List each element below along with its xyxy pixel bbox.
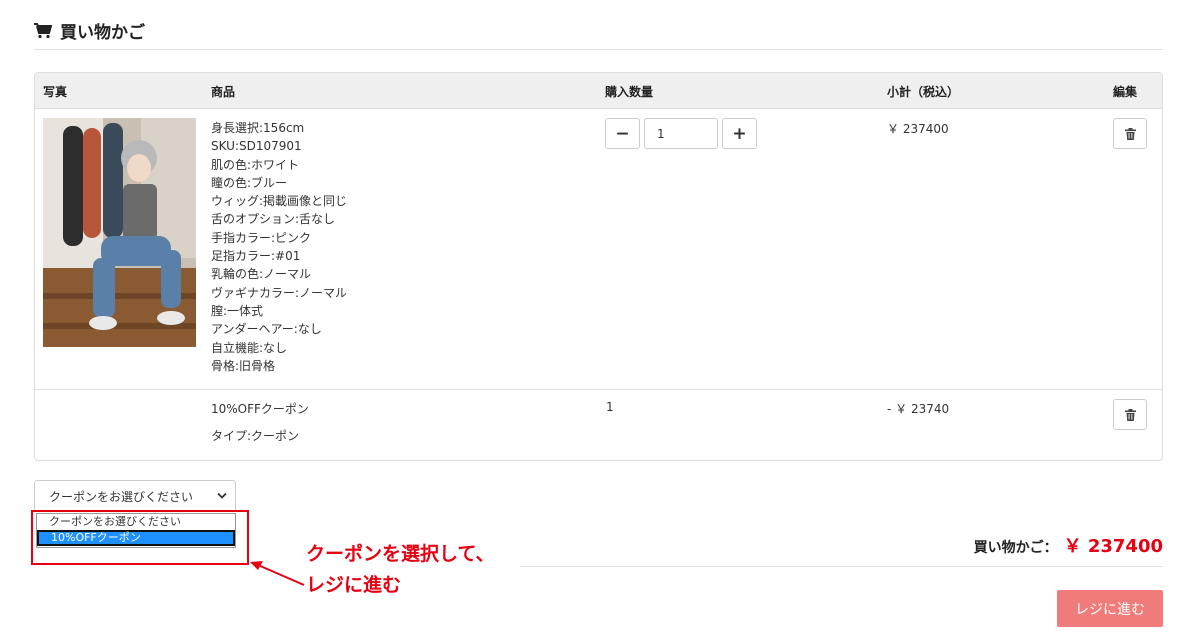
- annotation-line-2: レジに進む: [306, 574, 402, 596]
- cart-total: 買い物かご： ￥ 237400: [974, 532, 1163, 558]
- divider: [520, 566, 1163, 567]
- total-label: 買い物かご：: [973, 540, 1058, 556]
- total-amount: ￥ 237400: [1063, 536, 1163, 557]
- annotation-text: クーポンを選択して、 レジに進む: [306, 539, 494, 601]
- checkout-button[interactable]: レジに進む: [1057, 590, 1163, 627]
- annotation-line-1: クーポンを選択して、: [306, 543, 495, 565]
